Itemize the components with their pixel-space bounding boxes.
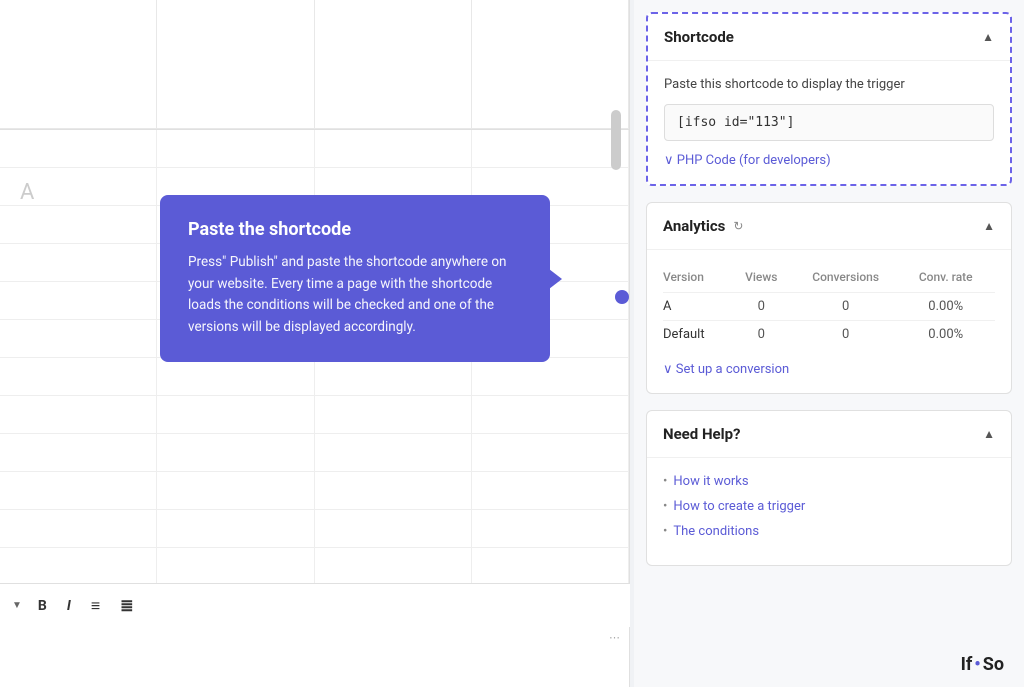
editor-row xyxy=(0,548,629,586)
editor-row xyxy=(0,358,629,396)
right-sidebar: Shortcode ▲ Paste this shortcode to disp… xyxy=(634,0,1024,687)
convrate-cell: 0.00% xyxy=(904,321,995,349)
tooltip-text: Press" Publish" and paste the shortcode … xyxy=(188,252,522,338)
ifso-logo: If • So xyxy=(961,654,1004,675)
analytics-panel-collapse-icon[interactable]: ▲ xyxy=(983,219,995,233)
help-list: How it works How to create a trigger The c… xyxy=(663,474,995,539)
editor-scrollbar[interactable] xyxy=(611,110,621,170)
views-cell: 0 xyxy=(736,293,795,321)
analytics-panel-header: Analytics ↻ ▲ xyxy=(647,203,1011,250)
italic-button[interactable]: I xyxy=(63,596,75,616)
editor-row xyxy=(0,510,629,548)
grid-cell xyxy=(472,0,629,129)
logo-dot: • xyxy=(974,654,980,675)
format-dropdown[interactable]: ▼ xyxy=(12,600,22,611)
help-list-item[interactable]: How it works xyxy=(663,474,995,489)
format-dropdown-arrow: ▼ xyxy=(12,600,22,611)
analytics-table-row: A 0 0 0.00% xyxy=(663,293,995,321)
resize-handle[interactable]: ⋯ xyxy=(609,631,621,643)
help-panel-collapse-icon[interactable]: ▲ xyxy=(983,427,995,441)
shortcode-description: Paste this shortcode to display the trig… xyxy=(664,77,994,92)
logo-text-after: So xyxy=(983,654,1004,675)
connector-dot xyxy=(615,290,629,304)
help-list-item[interactable]: The conditions xyxy=(663,524,995,539)
conversions-cell: 0 xyxy=(795,321,905,349)
col-version-header: Version xyxy=(663,266,736,293)
tooltip-bubble: Paste the shortcode Press" Publish" and … xyxy=(160,195,550,362)
analytics-table-row: Default 0 0 0.00% xyxy=(663,321,995,349)
version-cell: A xyxy=(663,293,736,321)
tooltip-title: Paste the shortcode xyxy=(188,219,522,240)
refresh-icon[interactable]: ↻ xyxy=(733,219,743,233)
logo-text-before: If xyxy=(961,654,973,675)
bullet-list-button[interactable]: ≡ xyxy=(87,594,104,618)
views-cell: 0 xyxy=(736,321,795,349)
editor-grid xyxy=(0,0,629,130)
version-cell: Default xyxy=(663,321,736,349)
help-panel-header: Need Help? ▲ xyxy=(647,411,1011,458)
shortcode-panel-collapse-icon[interactable]: ▲ xyxy=(982,30,994,44)
help-panel-title: Need Help? xyxy=(663,425,741,443)
shortcode-panel-header: Shortcode ▲ xyxy=(648,14,1010,61)
column-a-label: A xyxy=(20,180,34,205)
grid-cell xyxy=(315,0,472,129)
convrate-cell: 0.00% xyxy=(904,293,995,321)
bold-button[interactable]: B xyxy=(34,596,51,616)
grid-cell xyxy=(157,0,314,129)
shortcode-panel-body: Paste this shortcode to display the trig… xyxy=(648,61,1010,184)
editor-row xyxy=(0,472,629,510)
set-conversion-link[interactable]: ∨ Set up a conversion xyxy=(663,362,995,377)
help-panel: Need Help? ▲ How it works How to create a… xyxy=(646,410,1012,566)
analytics-header-row: Version Views Conversions Conv. rate xyxy=(663,266,995,293)
shortcode-input[interactable] xyxy=(664,104,994,141)
conversions-cell: 0 xyxy=(795,293,905,321)
help-list-item[interactable]: How to create a trigger xyxy=(663,499,995,514)
editor-row xyxy=(0,434,629,472)
ordered-list-button[interactable]: ≣ xyxy=(116,594,137,617)
shortcode-panel: Shortcode ▲ Paste this shortcode to disp… xyxy=(646,12,1012,186)
col-conversions-header: Conversions xyxy=(795,266,905,293)
analytics-panel: Analytics ↻ ▲ Version Views Conversions … xyxy=(646,202,1012,394)
grid-cell xyxy=(0,0,157,129)
help-panel-body: How it works How to create a trigger The c… xyxy=(647,458,1011,565)
editor-row xyxy=(0,130,629,168)
col-views-header: Views xyxy=(736,266,795,293)
analytics-panel-body: Version Views Conversions Conv. rate A 0… xyxy=(647,250,1011,393)
analytics-table: Version Views Conversions Conv. rate A 0… xyxy=(663,266,995,348)
editor-toolbar: ▼ B I ≡ ≣ xyxy=(0,583,630,627)
analytics-panel-title: Analytics ↻ xyxy=(663,217,743,235)
col-convrate-header: Conv. rate xyxy=(904,266,995,293)
editor-row xyxy=(0,396,629,434)
php-code-link[interactable]: ∨ PHP Code (for developers) xyxy=(664,153,994,168)
shortcode-panel-title: Shortcode xyxy=(664,28,734,46)
